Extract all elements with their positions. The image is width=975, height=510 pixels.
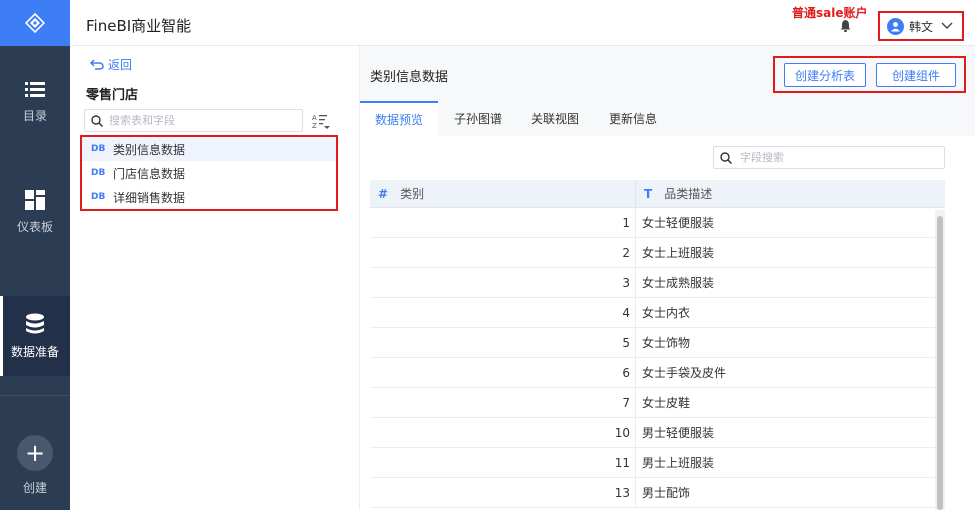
table-name: 类别信息数据 — [113, 142, 186, 157]
text-type-icon: T — [644, 186, 653, 201]
table-item-category[interactable]: DB 类别信息数据 — [82, 137, 336, 161]
cell-category: 10 — [370, 418, 636, 447]
sort-icon[interactable]: A Z — [312, 112, 330, 133]
back-arrow-icon — [90, 59, 104, 70]
nav-item-label: 仪表板 — [16, 219, 53, 234]
annotation-label: 普通sale账户 — [792, 6, 868, 20]
catalog-icon — [25, 81, 45, 97]
tab-lineage[interactable]: 子孙图谱 — [443, 101, 513, 136]
cell-category: 13 — [370, 478, 636, 507]
avatar — [887, 17, 904, 35]
cell-description: 男士轻便服装 — [642, 426, 715, 440]
chevron-down-icon — [941, 22, 953, 29]
user-name: 韩文 — [909, 19, 934, 34]
svg-text:A: A — [312, 114, 317, 122]
db-icon: DB — [91, 144, 106, 154]
table-row: 2 女士上班服装 — [370, 238, 945, 268]
bell-icon[interactable] — [840, 20, 851, 35]
left-nav: 目录 仪表板 数据准备 + 创建 — [0, 0, 70, 510]
user-menu[interactable]: 韩文 — [878, 11, 964, 41]
cell-category: 11 — [370, 448, 636, 477]
table-row: 1 女士轻便服装 — [370, 208, 945, 238]
create-component-button[interactable]: 创建组件 — [876, 63, 956, 87]
cell-description: 女士轻便服装 — [642, 216, 715, 230]
column-header-category[interactable]: # 类别 — [370, 180, 636, 207]
table-list: DB 类别信息数据 DB 门店信息数据 DB 详细销售数据 — [80, 135, 338, 211]
cell-category: 1 — [370, 208, 636, 237]
cell-description: 男士配饰 — [642, 486, 691, 500]
search-icon — [720, 151, 732, 164]
action-button-group: 创建分析表 创建组件 — [773, 56, 966, 93]
column-name: 品类描述 — [664, 187, 713, 201]
table-search[interactable] — [84, 109, 303, 132]
cell-category: 5 — [370, 328, 636, 357]
back-label: 返回 — [108, 58, 133, 72]
cell-description: 女士手袋及皮件 — [642, 366, 727, 380]
table-name: 详细销售数据 — [113, 190, 186, 205]
scrollbar-thumb[interactable] — [937, 216, 943, 510]
database-icon — [26, 313, 44, 333]
data-preview-content: # 类别 T 品类描述 1女士轻便服装2女士上班服装3女士成熟服装4女士内衣5女… — [360, 136, 975, 510]
table-row: 5 女士饰物 — [370, 328, 945, 358]
cell-description: 女士皮鞋 — [642, 396, 691, 410]
table-row: 11 男士上班服装 — [370, 448, 945, 478]
cell-category: 2 — [370, 238, 636, 267]
cell-description: 女士饰物 — [642, 336, 691, 350]
field-search[interactable] — [713, 146, 945, 169]
page-title: 类别信息数据 — [370, 70, 449, 85]
group-title: 零售门店 — [86, 88, 139, 103]
tab-update-info[interactable]: 更新信息 — [598, 101, 668, 136]
table-item-sales[interactable]: DB 详细销售数据 — [82, 185, 336, 209]
table-row: 4 女士内衣 — [370, 298, 945, 328]
logo-icon[interactable] — [0, 0, 70, 46]
grid-body: 1 女士轻便服装 2 女士上班服装 3 女士成熟服装 4 女士内衣 5 女士饰物 6 女士手袋及皮件 7… — [370, 208, 945, 508]
dashboard-icon — [25, 189, 45, 210]
table-row: 3 女士成熟服装 — [370, 268, 945, 298]
table-row: 7 女士皮鞋 — [370, 388, 945, 418]
create-analysis-button[interactable]: 创建分析表 — [784, 63, 866, 87]
table-row: 13 男士配饰 — [370, 478, 945, 508]
table-item-store[interactable]: DB 门店信息数据 — [82, 161, 336, 185]
cell-description: 女士成熟服装 — [642, 276, 715, 290]
table-name: 门店信息数据 — [113, 166, 186, 181]
app-title: FineBI商业智能 — [86, 17, 192, 35]
nav-item-label: 目录 — [22, 108, 47, 123]
nav-item-catalog[interactable]: 目录 — [0, 62, 70, 142]
number-type-icon: # — [378, 186, 389, 201]
column-name: 类别 — [400, 187, 425, 201]
tab-relation-view[interactable]: 关联视图 — [520, 101, 590, 136]
table-row: 6 女士手袋及皮件 — [370, 358, 945, 388]
table-detail-panel: 类别信息数据 创建分析表 创建组件 数据预览 子孙图谱 关联视图 更新信息 # … — [360, 46, 975, 510]
nav-item-create[interactable]: + 创建 — [0, 425, 70, 505]
cell-category: 4 — [370, 298, 636, 327]
cell-description: 女士内衣 — [642, 306, 691, 320]
scrollbar[interactable] — [935, 210, 945, 510]
cell-category: 3 — [370, 268, 636, 297]
table-search-input[interactable] — [109, 114, 289, 127]
data-grid: # 类别 T 品类描述 1 女士轻便服装 2 女士上班服装 3 女士成熟服装 4 女士内衣 5 女… — [370, 180, 945, 508]
table-row: 10 男士轻便服装 — [370, 418, 945, 448]
cell-category: 7 — [370, 388, 636, 417]
tab-data-preview[interactable]: 数据预览 — [360, 101, 438, 136]
field-search-input[interactable] — [740, 151, 930, 164]
nav-divider — [0, 395, 70, 396]
cell-description: 女士上班服装 — [642, 246, 715, 260]
svg-text:Z: Z — [312, 122, 317, 130]
plus-icon: + — [17, 434, 53, 471]
grid-header: # 类别 T 品类描述 — [370, 180, 945, 208]
nav-item-label: 数据准备 — [10, 344, 59, 359]
db-icon: DB — [91, 192, 106, 202]
db-icon: DB — [91, 168, 106, 178]
detail-tabs: 数据预览 子孙图谱 关联视图 更新信息 — [360, 101, 975, 136]
column-header-description[interactable]: T 品类描述 — [636, 180, 945, 207]
back-link[interactable]: 返回 — [90, 56, 132, 73]
nav-item-dashboard[interactable]: 仪表板 — [0, 172, 70, 252]
search-icon — [91, 114, 103, 127]
cell-description: 男士上班服装 — [642, 456, 715, 470]
cell-category: 6 — [370, 358, 636, 387]
table-list-panel: 返回 零售门店 A Z DB 类别信息数据 DB 门店信息数据 DB 详细销 — [70, 46, 360, 510]
nav-item-data-prep[interactable]: 数据准备 — [0, 296, 70, 376]
nav-item-label: 创建 — [22, 480, 47, 495]
